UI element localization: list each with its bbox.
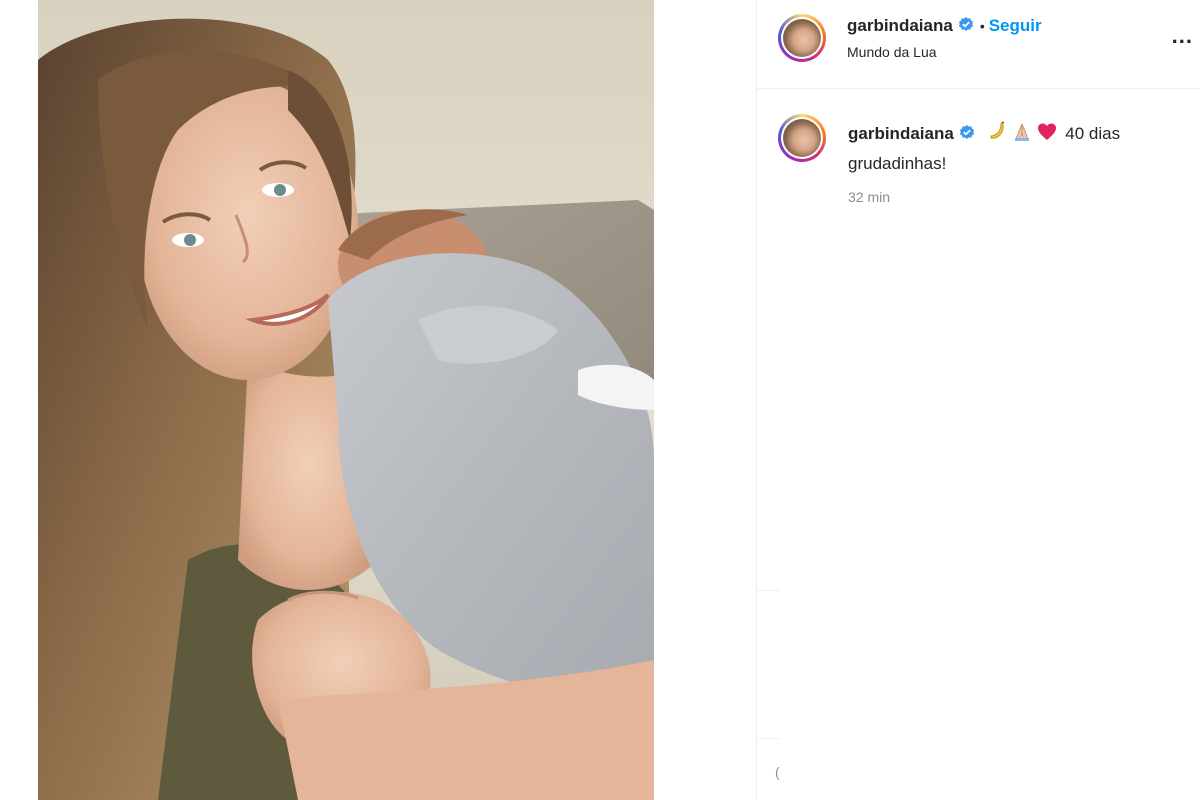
- partial-glyph: (: [775, 764, 780, 780]
- location-link[interactable]: Mundo da Lua: [847, 44, 937, 60]
- caption-avatar-image: [783, 119, 821, 157]
- photo-mother-baby: [38, 0, 654, 800]
- red-heart-icon: [1036, 121, 1058, 151]
- header-username[interactable]: garbindaiana: [847, 16, 953, 35]
- caption-text-block: garbindaiana 40 dias grudadinhas!: [848, 121, 1178, 177]
- post-header: garbindaiana • Seguir Mundo da Lua ...: [757, 0, 1200, 89]
- caption-username[interactable]: garbindaiana: [848, 124, 954, 143]
- verified-badge-icon: [959, 123, 975, 139]
- avatar-image: [783, 19, 821, 57]
- separator-dot: •: [979, 18, 985, 34]
- left-gutter: [0, 0, 38, 800]
- praying-hands-icon: [1011, 121, 1033, 151]
- caption-avatar[interactable]: [778, 114, 826, 162]
- avatar[interactable]: [778, 14, 826, 62]
- post-timestamp[interactable]: 32 min: [848, 189, 890, 205]
- post-side-panel: garbindaiana • Seguir Mundo da Lua ... ga…: [756, 0, 1200, 800]
- follow-button[interactable]: Seguir: [989, 16, 1042, 35]
- post-photo[interactable]: [38, 0, 654, 800]
- more-options-icon[interactable]: ...: [1172, 25, 1193, 47]
- divider-line: [756, 590, 780, 591]
- divider-line: [756, 738, 780, 739]
- verified-badge-icon: [958, 17, 974, 33]
- banana-icon: [986, 121, 1008, 151]
